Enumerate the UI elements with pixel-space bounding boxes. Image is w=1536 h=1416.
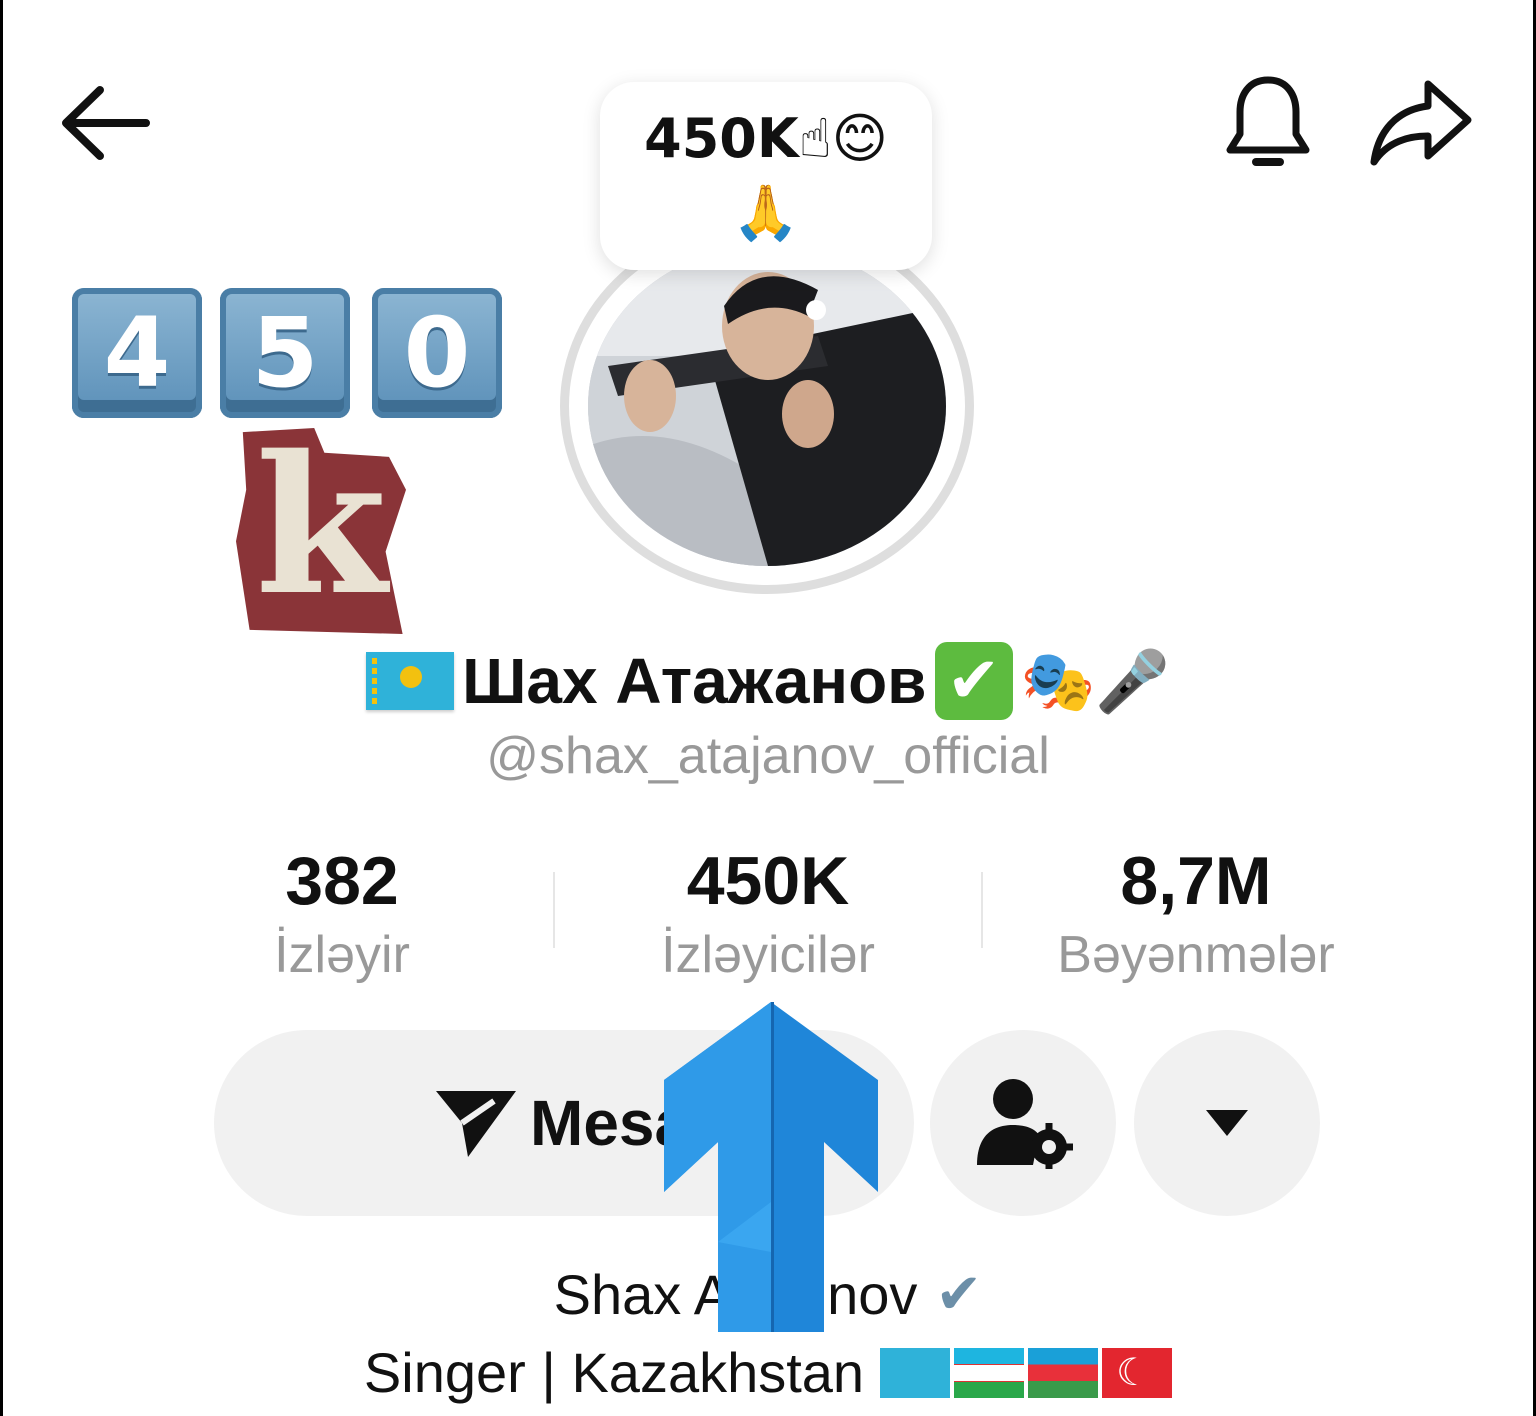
turkey-flag-icon	[1102, 1347, 1173, 1398]
bell-icon	[1226, 76, 1310, 166]
sticker-k-text: k	[255, 414, 387, 637]
profile-note-bubble[interactable]: 450K☝😊 🙏	[600, 82, 932, 270]
stat-divider	[553, 872, 555, 948]
arrow-left-icon	[62, 86, 150, 160]
sticker-digit-5: 5	[220, 288, 350, 418]
note-text-line2: 🙏	[732, 181, 800, 244]
stat-following[interactable]: 382 İzləyir	[132, 838, 552, 986]
username-handle: @shax_atajanov_official	[486, 727, 1050, 785]
profile-settings-button[interactable]	[930, 1030, 1116, 1216]
sticker-digit-4: 4	[72, 288, 202, 418]
kazakhstan-flag-icon	[366, 652, 455, 710]
caret-down-icon	[1206, 1110, 1248, 1136]
stat-likes-value: 8,7M	[1120, 843, 1272, 919]
azerbaijan-flag-icon	[1028, 1347, 1099, 1398]
stat-followers-value: 450K	[686, 843, 850, 919]
notifications-button[interactable]	[1222, 72, 1314, 172]
uzbekistan-flag-icon	[954, 1347, 1025, 1398]
avatar[interactable]	[588, 246, 946, 566]
bio-check-icon: ✔	[935, 1262, 983, 1327]
stat-likes[interactable]: 8,7M Bəyənmələr	[986, 838, 1406, 986]
bio-flags	[880, 1347, 1173, 1398]
stat-following-label: İzləyir	[274, 926, 410, 984]
share-button[interactable]	[1368, 76, 1474, 172]
stat-likes-label: Bəyənmələr	[1057, 926, 1335, 984]
stat-followers-label: İzləyicilər	[661, 926, 875, 984]
share-arrow-icon	[1370, 80, 1472, 166]
stat-divider	[981, 872, 983, 948]
user-gear-icon	[977, 1079, 1073, 1169]
display-name: Шах Атажанов	[462, 645, 927, 717]
avatar-photo	[588, 246, 946, 566]
kazakhstan-flag-icon	[880, 1347, 951, 1398]
sticker-digit-0: 0	[372, 288, 502, 418]
bio-text: Singer | Kazakhstan	[363, 1341, 865, 1404]
name-emojis: 🎭🎤	[1020, 646, 1170, 717]
up-arrow-icon	[664, 1002, 878, 1332]
send-icon	[436, 1091, 516, 1157]
stat-following-value: 382	[285, 843, 399, 919]
stat-followers[interactable]: 450K İzləyicilər	[558, 838, 978, 986]
note-text-line1: 450K☝😊	[644, 107, 888, 170]
more-options-button[interactable]	[1134, 1030, 1320, 1216]
check-mark-icon: ✔	[934, 642, 1013, 720]
sticker-letter-k: k	[236, 428, 406, 634]
display-name-row: Шах Атажанов ✔ 🎭🎤	[0, 636, 1536, 726]
bio-line-2: Singer | Kazakhstan	[0, 1340, 1536, 1405]
back-button[interactable]	[56, 80, 152, 166]
